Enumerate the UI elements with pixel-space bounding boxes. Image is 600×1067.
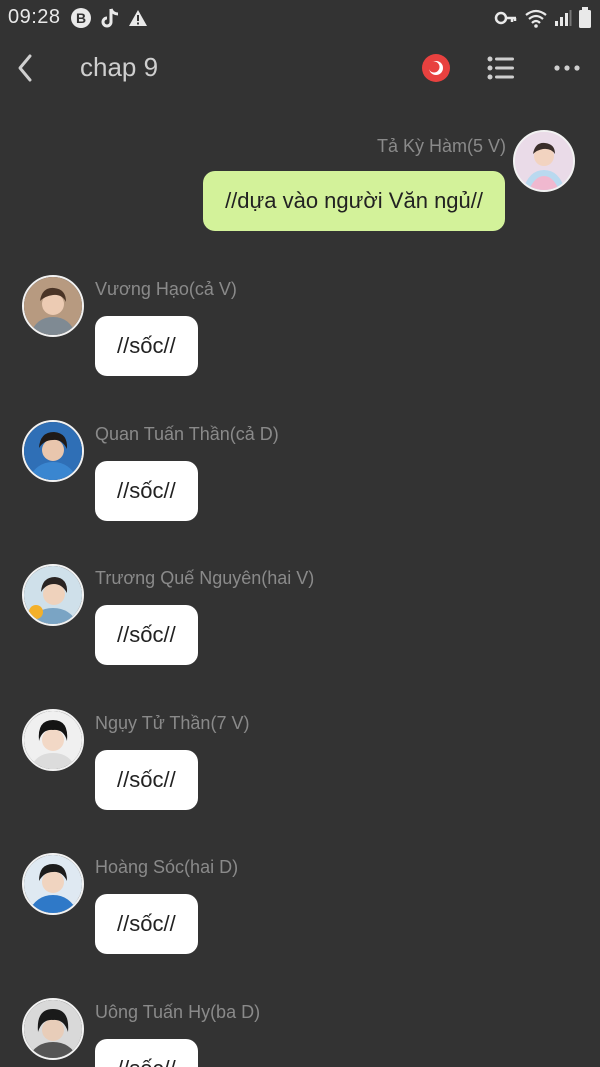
back-button[interactable]	[12, 50, 40, 86]
avatar[interactable]	[22, 853, 84, 915]
sender-name: Vương Hạo(cả V)	[95, 279, 237, 299]
svg-text:B: B	[76, 10, 86, 26]
list-icon	[487, 56, 514, 80]
avatar[interactable]	[22, 275, 84, 337]
wifi-icon	[524, 8, 548, 34]
chapter-title: chap 9	[80, 52, 159, 82]
message-bubble[interactable]: //sốc//	[95, 316, 198, 376]
avatar-image	[24, 1000, 82, 1058]
warning-icon	[128, 8, 148, 34]
avatar-image	[24, 711, 82, 769]
chevron-left-icon	[18, 54, 32, 82]
avatar-image	[24, 422, 82, 480]
avatar[interactable]	[513, 130, 575, 192]
message-bubble[interactable]: //dựa vào người Văn ngủ//	[203, 171, 505, 231]
chapter-header: chap 9	[0, 36, 600, 100]
signal-icon	[554, 9, 572, 33]
avatar[interactable]	[22, 998, 84, 1060]
status-bar: 09:28 B	[0, 0, 600, 36]
status-right-icons	[494, 7, 592, 35]
tiktok-icon	[100, 7, 120, 35]
message-bubble[interactable]: //sốc//	[95, 750, 198, 810]
sender-name: Uông Tuấn Hy(ba D)	[95, 1002, 261, 1022]
status-left-icons: B	[70, 7, 148, 35]
sender-name: Ngụy Tử Thần(7 V)	[95, 713, 250, 733]
sender-name: Quan Tuấn Thần(cả D)	[95, 424, 279, 444]
avatar[interactable]	[22, 564, 84, 626]
avatar[interactable]	[22, 420, 84, 482]
avatar[interactable]	[22, 709, 84, 771]
more-dots-icon	[554, 65, 580, 71]
more-options-button[interactable]	[552, 56, 582, 80]
status-time: 09:28	[8, 6, 61, 28]
record-button[interactable]	[420, 52, 452, 84]
avatar-image	[24, 277, 82, 335]
sender-name: Tả Kỳ Hàm(5 V)	[376, 136, 506, 156]
avatar-image	[24, 566, 82, 624]
message-bubble[interactable]: //sốc//	[95, 1039, 198, 1067]
message-bubble[interactable]: //sốc//	[95, 894, 198, 954]
eye-icon	[422, 54, 450, 82]
sender-name: Trương Quế Nguyên(hai V)	[95, 568, 315, 588]
b-badge-icon: B	[70, 7, 92, 35]
chat-screen: 09:28 B chap 9 Tả Kỳ Hàm(5 V) //dựa vào …	[0, 0, 600, 1067]
sender-name: Hoàng Sóc(hai D)	[95, 857, 239, 877]
avatar-image	[24, 855, 82, 913]
message-bubble[interactable]: //sốc//	[95, 461, 198, 521]
avatar-image	[515, 132, 573, 190]
message-bubble[interactable]: //sốc//	[95, 605, 198, 665]
battery-icon	[578, 7, 592, 35]
key-icon	[494, 9, 518, 33]
chapter-list-button[interactable]	[486, 54, 516, 82]
